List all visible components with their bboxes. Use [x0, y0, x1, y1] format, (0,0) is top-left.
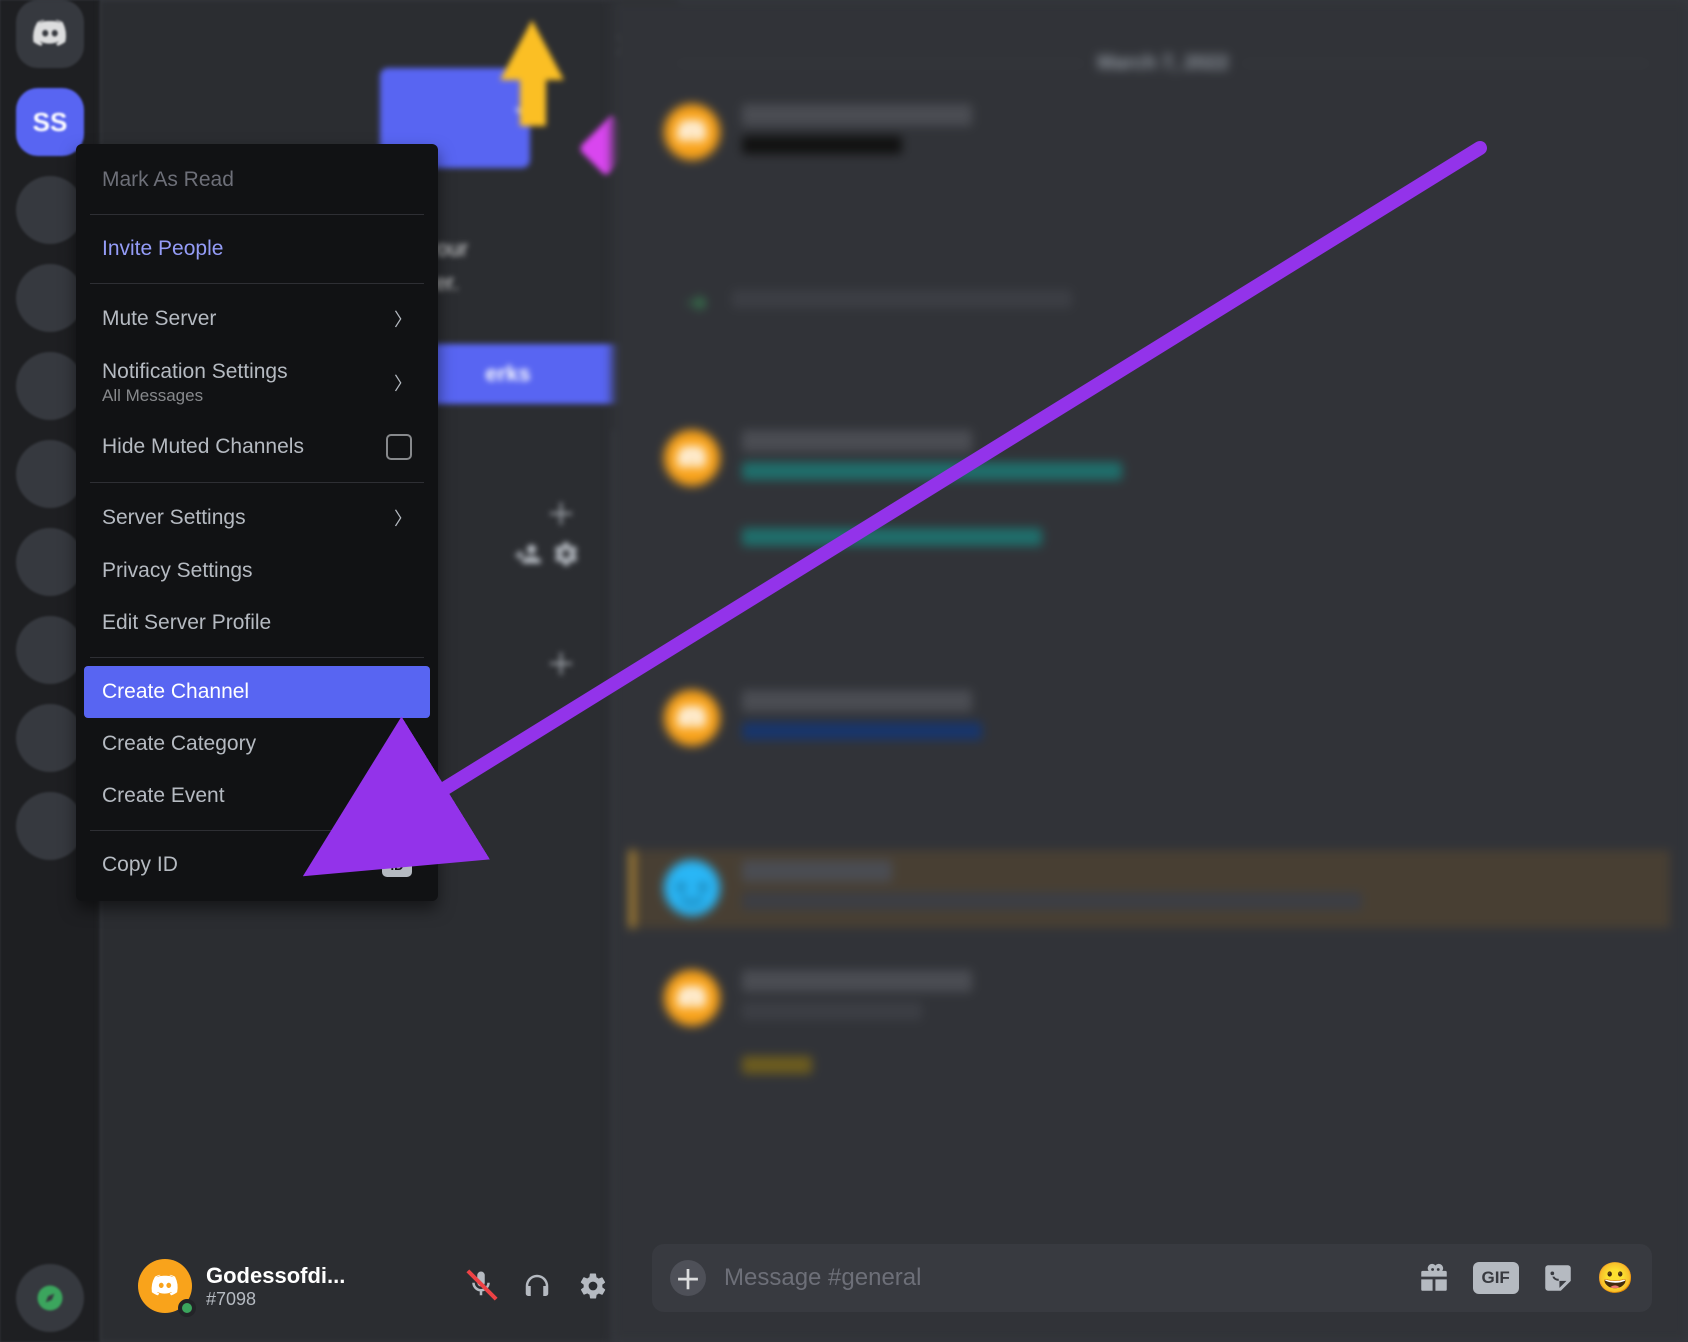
join-arrow-icon — [684, 290, 710, 316]
discord-logo-icon — [31, 15, 69, 53]
menu-separator — [90, 482, 424, 483]
status-online-badge — [178, 1299, 196, 1317]
mute-mic-button[interactable] — [466, 1269, 496, 1304]
menu-edit-server-profile[interactable]: Edit Server Profile — [84, 597, 430, 649]
chat-message — [664, 860, 1362, 918]
discord-home-button[interactable] — [16, 0, 84, 68]
avatar[interactable] — [664, 690, 720, 746]
message-input[interactable] — [724, 1264, 1399, 1292]
date-divider: March 7, 2022 — [678, 52, 1648, 75]
menu-hide-muted-channels[interactable]: Hide Muted Channels — [84, 420, 430, 474]
discord-logo-icon — [676, 442, 708, 474]
server-icon[interactable] — [16, 352, 84, 420]
discord-logo-icon — [676, 702, 708, 734]
server-icon[interactable] — [16, 264, 84, 332]
emoji-button[interactable]: 😀 — [1597, 1261, 1634, 1296]
discord-logo-icon — [150, 1271, 180, 1301]
server-icon[interactable] — [16, 792, 84, 860]
gift-icon[interactable] — [1417, 1261, 1451, 1295]
menu-separator — [90, 830, 424, 831]
join-message — [684, 290, 1072, 316]
menu-separator — [90, 283, 424, 284]
chat-message — [664, 690, 982, 748]
server-icon[interactable] — [16, 616, 84, 684]
avatar[interactable] — [664, 860, 720, 916]
gear-icon[interactable] — [552, 540, 580, 568]
server-icon[interactable] — [16, 704, 84, 772]
menu-copy-id[interactable]: Copy ID ID — [84, 839, 430, 891]
sticker-icon[interactable] — [1541, 1261, 1575, 1295]
menu-mute-server[interactable]: Mute Server 〉 — [84, 292, 430, 346]
chevron-right-icon: 〉 — [394, 505, 412, 531]
menu-notification-subtext: All Messages — [102, 386, 203, 406]
boost-arrow-graphic — [500, 20, 564, 80]
add-category-button[interactable]: ＋ — [546, 490, 576, 534]
menu-notification-settings[interactable]: Notification Settings All Messages 〉 — [84, 346, 430, 420]
menu-server-settings[interactable]: Server Settings 〉 — [84, 491, 430, 545]
self-username: Godessofdi... — [206, 1263, 345, 1289]
discord-logo-icon — [676, 982, 708, 1014]
server-icon[interactable] — [16, 528, 84, 596]
menu-separator — [90, 214, 424, 215]
add-member-icon[interactable] — [514, 540, 542, 568]
server-icon-active[interactable]: SS — [16, 88, 84, 156]
menu-create-event[interactable]: Create Event — [84, 770, 430, 822]
menu-invite-people[interactable]: Invite People — [84, 223, 430, 275]
chevron-right-icon: 〉 — [394, 370, 412, 396]
date-divider-label: March 7, 2022 — [1097, 52, 1228, 75]
self-discriminator: #7098 — [206, 1289, 345, 1310]
boost-arrow-stem-graphic — [520, 78, 546, 126]
menu-create-channel[interactable]: Create Channel — [84, 666, 430, 718]
gif-button[interactable]: GIF — [1473, 1262, 1519, 1294]
chat-message — [664, 104, 972, 162]
menu-privacy-settings[interactable]: Privacy Settings — [84, 545, 430, 597]
menu-create-category[interactable]: Create Category — [84, 718, 430, 770]
discord-logo-icon — [676, 116, 708, 148]
explore-servers-button[interactable] — [16, 1264, 84, 1332]
server-context-menu: Mark As Read Invite People Mute Server 〉… — [76, 144, 438, 901]
attach-button[interactable]: ＋ — [670, 1260, 706, 1296]
server-badge-label: SS — [33, 107, 68, 138]
avatar[interactable] — [664, 970, 720, 1026]
server-icon[interactable] — [16, 176, 84, 244]
id-badge-icon: ID — [382, 853, 412, 877]
add-channel-button[interactable]: ＋ — [546, 640, 576, 684]
avatar[interactable] — [664, 430, 720, 486]
chevron-right-icon: 〉 — [394, 306, 412, 332]
headphones-icon[interactable] — [522, 1271, 552, 1301]
compass-icon — [35, 1283, 65, 1313]
checkbox-icon[interactable] — [386, 434, 412, 460]
chat-message — [664, 430, 1122, 554]
chat-message — [664, 970, 972, 1082]
menu-mark-as-read[interactable]: Mark As Read — [84, 154, 430, 206]
gear-icon[interactable] — [578, 1271, 608, 1301]
chat-area: March 7, 2022 — [612, 0, 1688, 1342]
self-avatar[interactable] — [138, 1259, 192, 1313]
channel-quick-actions — [514, 540, 580, 568]
server-icon[interactable] — [16, 440, 84, 508]
user-panel: Godessofdi... #7098 — [138, 1250, 608, 1322]
message-compose-bar: ＋ GIF 😀 — [652, 1244, 1652, 1312]
menu-separator — [90, 657, 424, 658]
avatar[interactable] — [664, 104, 720, 160]
